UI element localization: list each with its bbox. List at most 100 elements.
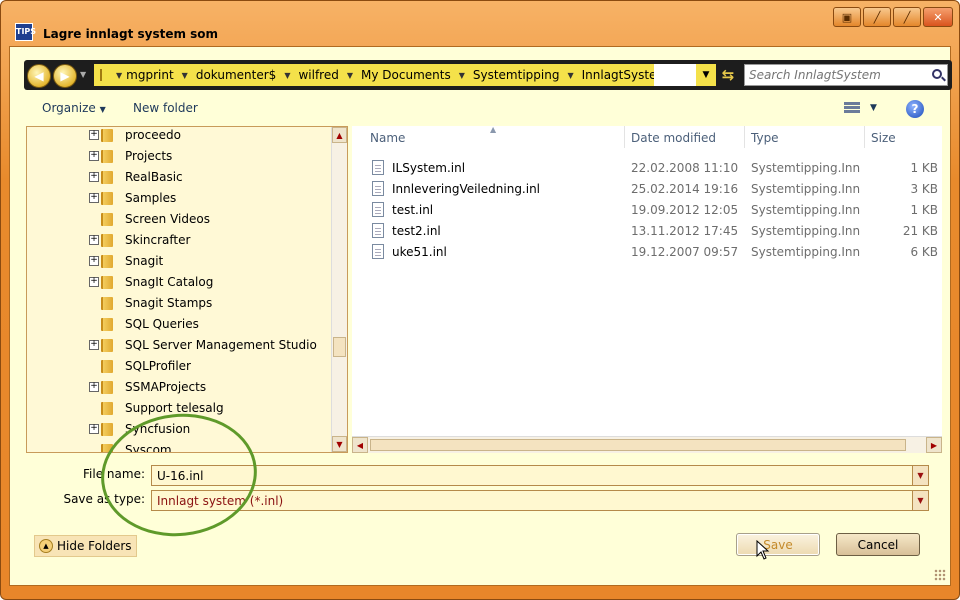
column-divider[interactable]	[864, 126, 865, 148]
expand-icon[interactable]: +	[89, 340, 99, 350]
tree-item[interactable]: + Snagit	[27, 251, 333, 272]
expand-icon[interactable]: +	[89, 130, 99, 140]
search-input[interactable]	[745, 65, 925, 85]
refresh-icon[interactable]: ⇆	[716, 64, 740, 86]
file-date: 19.12.2007 09:57	[631, 245, 739, 259]
scroll-left-arrow-icon[interactable]: ◀	[352, 437, 368, 453]
expand-icon[interactable]: +	[89, 235, 99, 245]
chevron-down-icon[interactable]: ▼	[567, 71, 573, 80]
breadcrumb-item-my-documents[interactable]: My Documents ▼	[357, 68, 469, 82]
view-dropdown-icon[interactable]: ▼	[870, 103, 877, 113]
scroll-down-arrow-icon[interactable]: ▼	[332, 436, 347, 452]
column-divider[interactable]	[624, 126, 625, 148]
column-divider[interactable]	[744, 126, 745, 148]
tree-item[interactable]: Syscom	[27, 440, 333, 452]
tree-item[interactable]: + SSMAProjects	[27, 377, 333, 398]
breadcrumb[interactable]: ▼ mgprint ▼ dokumenter$ ▼ wilfred ▼ My Docu…	[94, 64, 668, 86]
new-folder-button[interactable]: New folder	[133, 101, 198, 115]
address-dropdown-button[interactable]: ▼	[696, 64, 716, 86]
chevron-down-icon[interactable]: ▼	[284, 71, 290, 80]
file-icon	[372, 202, 384, 217]
expand-icon[interactable]: +	[89, 151, 99, 161]
folder-icon	[100, 69, 102, 81]
folder-icon	[101, 318, 113, 331]
scrollbar-thumb[interactable]	[333, 337, 346, 357]
chevron-down-icon: ▼	[99, 105, 106, 114]
cancel-button[interactable]: Cancel	[836, 533, 920, 556]
file-row[interactable]: ILSystem.inl 22.02.2008 11:10 Systemtippin…	[352, 157, 942, 178]
tree-item[interactable]: + SnagIt Catalog	[27, 272, 333, 293]
scrollbar-thumb[interactable]	[370, 439, 906, 451]
tree-item[interactable]: + Samples	[27, 188, 333, 209]
resize-grip[interactable]	[934, 569, 946, 581]
tree-vertical-scrollbar[interactable]: ▲ ▼	[331, 127, 347, 452]
file-type: Systemtipping.Inn...	[751, 245, 861, 259]
hide-folders-button[interactable]: ▲ Hide Folders	[34, 535, 137, 557]
close-button[interactable]: ✕	[923, 7, 953, 27]
forward-button[interactable]: ▶	[53, 64, 77, 88]
expand-icon[interactable]: +	[89, 277, 99, 287]
back-button[interactable]: ◀	[27, 64, 51, 88]
chevron-down-icon[interactable]: ▼	[347, 71, 353, 80]
title-bar[interactable]: TIPS Lagre innlagt system som ▣ ╱ ╱ ✕	[1, 1, 959, 45]
expand-icon[interactable]: +	[89, 193, 99, 203]
file-size: 3 KB	[910, 182, 938, 196]
tree-item[interactable]: Snagit Stamps	[27, 293, 333, 314]
tree-item[interactable]: + Projects	[27, 146, 333, 167]
save-as-type-select[interactable]: Innlagt system (*.inl) ▼	[151, 490, 929, 511]
column-date-modified[interactable]: Date modified	[631, 131, 716, 145]
tree-item[interactable]: Screen Videos	[27, 209, 333, 230]
chevron-down-icon[interactable]: ▼	[912, 466, 928, 485]
file-row[interactable]: test2.inl 13.11.2012 17:45 Systemtipping.I…	[352, 220, 942, 241]
tree-item[interactable]: SQL Queries	[27, 314, 333, 335]
folder-icon	[101, 381, 113, 394]
address-bar: ◀ ▶ ▼ ▼ mgprint ▼ dokumenter$ ▼ wilfred ▼ M…	[24, 60, 952, 90]
search-icon[interactable]	[932, 69, 942, 79]
tree-item[interactable]: + proceedo	[27, 127, 333, 146]
file-row[interactable]: uke51.inl 19.12.2007 09:57 Systemtipping.I…	[352, 241, 942, 262]
save-button[interactable]: Save	[736, 533, 820, 556]
file-icon	[372, 244, 384, 259]
column-size[interactable]: Size	[871, 131, 896, 145]
maximize-button[interactable]: ╱	[893, 7, 921, 27]
expand-icon[interactable]: +	[89, 172, 99, 182]
breadcrumb-item-mgprint[interactable]: mgprint ▼	[122, 68, 192, 82]
expand-icon[interactable]: +	[89, 382, 99, 392]
tree-item[interactable]: + Skincrafter	[27, 230, 333, 251]
scroll-right-arrow-icon[interactable]: ▶	[926, 437, 942, 453]
tree-item[interactable]: SQLProfiler	[27, 356, 333, 377]
tree-item-label: proceedo	[125, 128, 181, 142]
tree-item[interactable]: Support telesalg	[27, 398, 333, 419]
save-dialog-window: TIPS Lagre innlagt system som ▣ ╱ ╱ ✕ ◀ …	[0, 0, 960, 600]
minimize-button[interactable]: ╱	[863, 7, 891, 27]
column-type[interactable]: Type	[751, 131, 779, 145]
restore-icon[interactable]: ▣	[833, 7, 861, 27]
file-row[interactable]: InnleveringVeiledning.inl 25.02.2014 19:1…	[352, 178, 942, 199]
recent-locations-dropdown[interactable]: ▼	[80, 70, 86, 79]
breadcrumb-item-wilfred[interactable]: wilfred ▼	[294, 68, 357, 82]
breadcrumb-item-systemtipping[interactable]: Systemtipping ▼	[469, 68, 578, 82]
file-name-input[interactable]	[152, 466, 912, 485]
file-list[interactable]: ▲ Name Date modified Type Size ILSystem.…	[352, 126, 942, 453]
tree-item[interactable]: + RealBasic	[27, 167, 333, 188]
search-box[interactable]	[744, 64, 948, 86]
folder-tree[interactable]: + proceedo + Projects + RealBasic + Samples Scre…	[26, 126, 348, 453]
help-icon[interactable]: ?	[906, 100, 924, 118]
view-options-icon[interactable]	[844, 102, 860, 116]
scroll-up-arrow-icon[interactable]: ▲	[332, 127, 347, 143]
chevron-up-icon: ▲	[39, 539, 53, 553]
expand-icon[interactable]: +	[89, 256, 99, 266]
column-name[interactable]: Name	[370, 131, 405, 145]
breadcrumb-item-dokumenter[interactable]: dokumenter$ ▼	[192, 68, 295, 82]
expand-icon[interactable]: +	[89, 424, 99, 434]
chevron-down-icon[interactable]: ▼	[182, 71, 188, 80]
file-name-combo[interactable]: ▼	[151, 465, 929, 486]
chevron-down-icon[interactable]: ▼	[459, 71, 465, 80]
tree-item[interactable]: + SQL Server Management Studio	[27, 335, 333, 356]
organize-button[interactable]: Organize ▼	[42, 101, 106, 115]
save-options: File name: ▼ Save as type: Innlagt syste…	[10, 457, 950, 519]
file-list-horizontal-scrollbar[interactable]: ◀ ▶	[352, 436, 942, 453]
file-row[interactable]: test.inl 19.09.2012 12:05 Systemtipping.In…	[352, 199, 942, 220]
tree-item[interactable]: + Syncfusion	[27, 419, 333, 440]
chevron-down-icon[interactable]: ▼	[912, 491, 928, 510]
